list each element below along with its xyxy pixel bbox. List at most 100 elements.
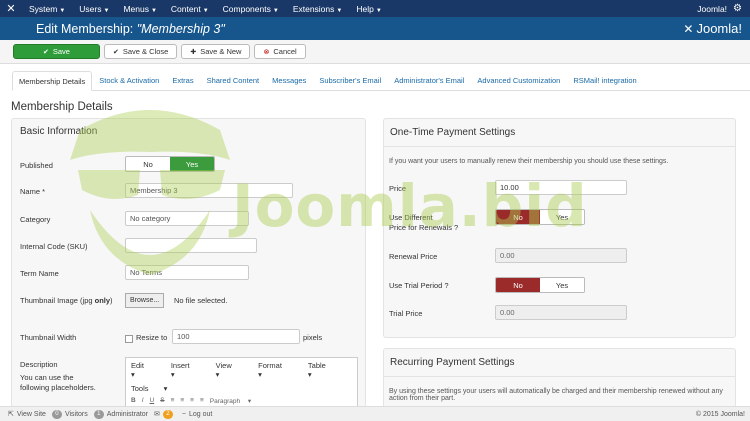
trial-period-yes-option[interactable]: Yes (540, 278, 584, 292)
tab-stock-activation[interactable]: Stock & Activation (93, 71, 165, 91)
logout-link[interactable]: − Log out (182, 411, 212, 418)
description-help-2: following placeholders. (20, 383, 96, 392)
trial-period-label: Use Trial Period ? (389, 281, 449, 290)
description-label: Description (20, 360, 58, 369)
editor-menu-insert-label: Insert (170, 361, 190, 370)
recurring-payment-title: Recurring Payment Settings (390, 357, 515, 368)
editor-menu-format[interactable]: Format ▾ (258, 361, 295, 379)
editor-format-toolbar: B I U S ≡ ≡ ≡ ≡ Paragraph ▾ (126, 393, 357, 405)
trial-period-no-option[interactable]: No (496, 278, 540, 292)
thumbnail-image-label: Thumbnail Image (jpg only) (20, 296, 113, 305)
chevron-down-icon: ▼ (202, 7, 209, 14)
align-right-icon[interactable]: ≡ (190, 397, 194, 405)
published-no-option[interactable]: No (126, 157, 170, 171)
align-left-icon[interactable]: ≡ (171, 397, 175, 405)
joomla-brand-text: Joomla! (696, 21, 742, 36)
basic-information-title: Basic Information (20, 126, 98, 137)
browse-button[interactable]: Browse... (125, 293, 165, 308)
chevron-down-icon: ▼ (375, 7, 382, 14)
save-close-button[interactable]: ✔ Save & Close (104, 44, 178, 59)
recurring-description: By using these settings your users will … (389, 388, 723, 402)
menu-users[interactable]: Users ▼ (72, 4, 116, 14)
view-site-label: View Site (16, 410, 46, 418)
cancel-icon: ⊗ (263, 48, 270, 56)
editor-menu-view-label: View (215, 361, 232, 370)
administrator-item: 1 Administrator (93, 409, 148, 419)
editor-menu-table[interactable]: Table ▾ (308, 361, 339, 379)
italic-icon[interactable]: I (142, 397, 144, 405)
save-new-button[interactable]: ✚ Save & New (181, 44, 251, 59)
menu-extensions[interactable]: Extensions ▼ (286, 4, 350, 14)
renewal-price-field[interactable]: 0.00 (495, 248, 627, 263)
basic-information-panel: Basic Information Published No Yes Name … (11, 118, 366, 409)
divider (384, 146, 735, 147)
tab-shared-content[interactable]: Shared Content (201, 71, 266, 91)
description-help-1: You can use the (20, 373, 74, 382)
pixels-label: pixels (303, 333, 323, 342)
thumbnail-width-field[interactable]: 100 (172, 329, 300, 344)
menu-help[interactable]: Help ▼ (349, 4, 388, 14)
tab-subscribers-email[interactable]: Subscriber's Email (313, 71, 387, 91)
resize-checkbox[interactable] (125, 335, 133, 343)
trial-period-toggle: No Yes (495, 277, 585, 293)
tab-messages[interactable]: Messages (266, 71, 312, 91)
published-yes-option[interactable]: Yes (170, 157, 214, 171)
no-file-text: No file selected. (174, 296, 228, 305)
sku-field[interactable] (125, 238, 257, 253)
name-field[interactable]: Membership 3 (125, 183, 293, 198)
gear-icon[interactable]: ⚙ (733, 3, 742, 14)
editor-menu-tools[interactable]: Tools ▾ (131, 384, 167, 393)
tab-membership-details[interactable]: Membership Details (12, 71, 93, 91)
editor-menu-view[interactable]: View ▾ (216, 361, 246, 379)
toolbar: ✔ Save ✔ Save & Close ✚ Save & New ⊗ Cancel (0, 40, 750, 64)
underline-icon[interactable]: U (150, 397, 155, 405)
align-center-icon[interactable]: ≡ (180, 397, 184, 405)
tab-rsmail-integration[interactable]: RSMail! integration (567, 71, 642, 91)
different-price-yes-option[interactable]: Yes (540, 210, 584, 224)
joomla-menu-icon[interactable]: ✕ (0, 2, 22, 15)
menu-menus[interactable]: Menus ▼ (116, 4, 163, 14)
term-name-label: Term Name (20, 269, 59, 278)
view-site-link[interactable]: ⇱ View Site (8, 410, 46, 419)
messages-item[interactable]: ✉ 2 (154, 409, 176, 419)
bold-icon[interactable]: B (131, 397, 136, 405)
menu-content[interactable]: Content ▼ (164, 4, 216, 14)
different-price-no-option[interactable]: No (496, 210, 540, 224)
menu-users-label: Users (79, 3, 102, 14)
tab-extras[interactable]: Extras (166, 71, 199, 91)
save-new-label: Save & New (200, 47, 242, 56)
menu-system-label: System (29, 3, 58, 14)
strikethrough-icon[interactable]: S (160, 397, 164, 405)
term-name-select[interactable]: No Terms (125, 265, 249, 280)
price-field[interactable]: 10.00 (495, 180, 627, 195)
administrator-label: Administrator (106, 410, 148, 418)
menu-help-label: Help (356, 3, 374, 14)
category-select[interactable]: No category (125, 211, 249, 226)
check-icon: ✔ (113, 48, 119, 56)
page-title: Edit Membership: "Membership 3" (0, 22, 225, 36)
editor-menu-edit[interactable]: Edit ▾ (131, 361, 158, 379)
messages-badge: 2 (162, 409, 173, 419)
description-editor[interactable]: Edit ▾ Insert ▾ View ▾ Format ▾ Table ▾ … (125, 357, 358, 409)
editor-menu-format-label: Format (258, 361, 282, 370)
save-button[interactable]: ✔ Save (13, 44, 100, 59)
menu-components[interactable]: Components ▼ (216, 4, 286, 14)
status-bar: ⇱ View Site 0 Visitors 1 Administrator ✉ 2 −… (0, 406, 750, 421)
cancel-button[interactable]: ⊗ Cancel (254, 44, 306, 59)
editor-menu-insert[interactable]: Insert ▾ (171, 361, 203, 379)
align-justify-icon[interactable]: ≡ (200, 397, 204, 405)
tab-administrators-email[interactable]: Administrator's Email (388, 71, 470, 91)
menu-system[interactable]: System ▼ (22, 4, 72, 14)
sku-label: Internal Code (SKU) (20, 242, 88, 251)
thumbnail-label-close: ) (110, 296, 113, 305)
trial-price-field[interactable]: 0.00 (495, 305, 627, 320)
recurring-payment-panel: Recurring Payment Settings By using thes… (383, 348, 736, 408)
page-header: Edit Membership: "Membership 3" ✕ Joomla! (0, 17, 750, 40)
renewal-price-label: Renewal Price (389, 252, 438, 261)
thumbnail-width-label: Thumbnail Width (20, 333, 77, 342)
site-name-link[interactable]: Joomla! (697, 4, 727, 14)
visitors-item: 0 Visitors (51, 409, 88, 419)
one-time-payment-panel: One-Time Payment Settings If you want yo… (383, 118, 736, 338)
paragraph-select[interactable]: Paragraph ▾ (210, 397, 251, 405)
tab-advanced-customization[interactable]: Advanced Customization (471, 71, 566, 91)
